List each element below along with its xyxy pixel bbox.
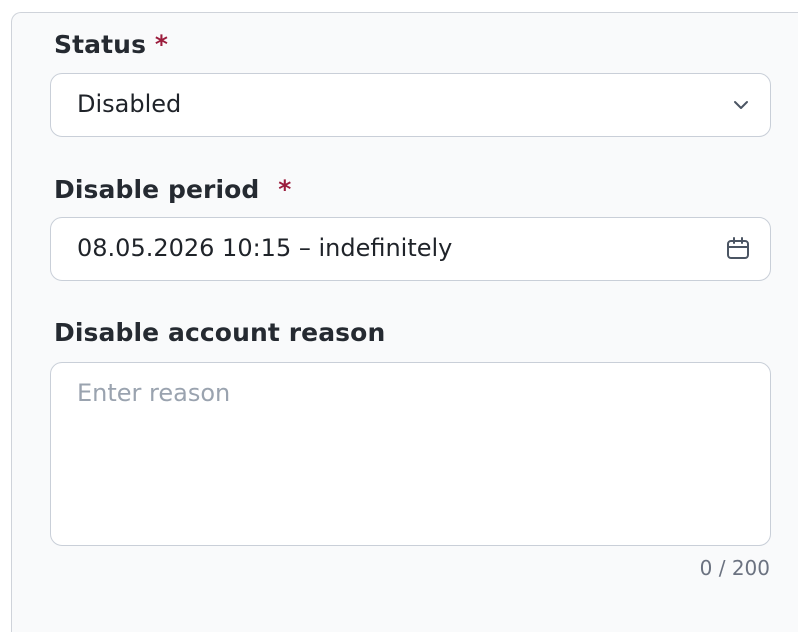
status-label: Status * <box>54 30 168 59</box>
character-counter: 0 / 200 <box>699 556 770 580</box>
chevron-down-icon <box>734 101 748 109</box>
disable-period-input[interactable]: 08.05.2026 10:15 – indefinitely <box>50 217 771 281</box>
calendar-icon[interactable] <box>725 236 751 262</box>
reason-placeholder: Enter reason <box>77 379 231 407</box>
disable-period-label: Disable period * <box>54 175 291 204</box>
disable-period-required-mark: * <box>278 175 292 204</box>
status-required-mark: * <box>154 30 169 59</box>
status-label-text: Status <box>54 30 147 59</box>
disable-period-value: 08.05.2026 10:15 – indefinitely <box>77 234 453 262</box>
status-select-value: Disabled <box>77 90 182 118</box>
reason-textarea[interactable]: Enter reason <box>50 362 771 546</box>
disable-period-label-text: Disable period <box>54 175 260 204</box>
status-select[interactable]: Disabled <box>50 73 771 137</box>
reason-label-text: Disable account reason <box>54 318 386 347</box>
reason-label: Disable account reason <box>54 318 385 347</box>
